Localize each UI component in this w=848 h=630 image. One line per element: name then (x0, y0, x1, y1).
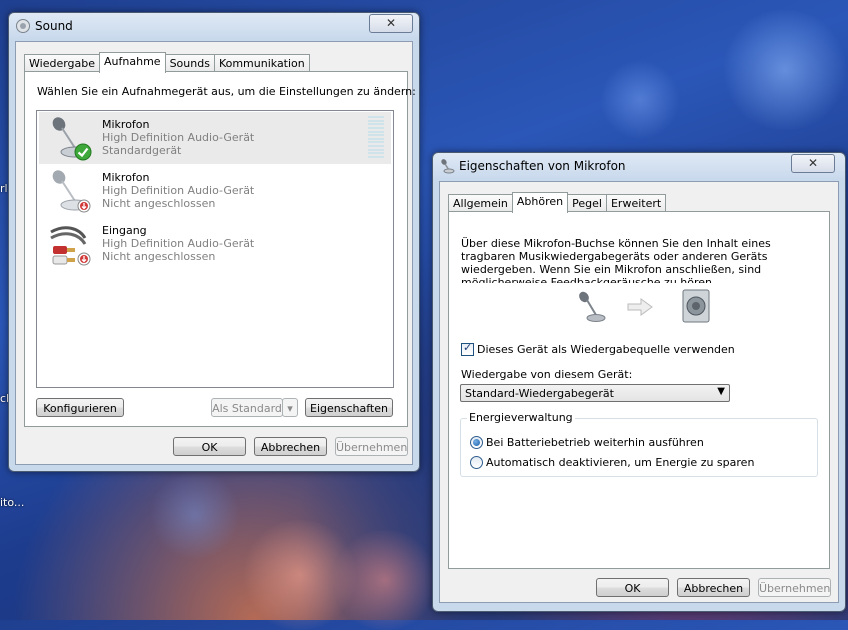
speaker-device-icon (681, 288, 713, 327)
playback-source-checkbox[interactable]: ✓ (461, 341, 474, 356)
arrow-right-icon (627, 298, 653, 319)
list-item[interactable]: Mikrofon High Definition Audio-Gerät Nic… (39, 165, 391, 217)
device-driver: High Definition Audio-Gerät (102, 184, 255, 197)
ok-button[interactable]: OK (173, 437, 246, 456)
abhoeren-panel: Über diese Mikrofon-Buchse können Sie de… (448, 211, 830, 569)
sound-titlebar[interactable]: Sound ✕ (9, 13, 419, 39)
cancel-button[interactable]: Abbrechen (254, 437, 327, 456)
set-default-button[interactable]: Als Standard (211, 398, 283, 417)
sound-window: Sound ✕ Wiedergabe Aufnahme Sounds Kommu… (8, 12, 420, 472)
desktop-icon-label[interactable]: rl (0, 182, 8, 195)
tab-pegel[interactable]: Pegel (567, 194, 607, 212)
list-item[interactable]: Mikrofon High Definition Audio-Gerät Sta… (39, 112, 391, 164)
ok-button[interactable]: OK (596, 578, 669, 597)
sound-client-area: Wiedergabe Aufnahme Sounds Kommunikation… (15, 41, 416, 465)
apply-button[interactable]: Übernehmen (758, 578, 831, 597)
window-title: Sound (35, 19, 73, 33)
radio-label[interactable]: Bei Batteriebetrieb weiterhin ausführen (486, 436, 704, 449)
sound-tab-strip: Wiedergabe Aufnahme Sounds Kommunikation (24, 52, 310, 73)
description-text: Über diese Mikrofon-Buchse können Sie de… (461, 237, 771, 283)
properties-client-area: Allgemein Abhören Pegel Erweitert Über d… (439, 181, 839, 603)
bokeh-light (330, 530, 440, 630)
set-default-dropdown[interactable]: ▾ (282, 398, 298, 417)
close-button[interactable]: ✕ (791, 154, 835, 173)
radio-selected-dot (473, 439, 480, 446)
group-title: Energieverwaltung (467, 411, 575, 424)
device-driver: High Definition Audio-Gerät (102, 131, 255, 144)
microphone-icon (439, 158, 455, 174)
device-name: Eingang (102, 224, 147, 237)
radio-battery-continue[interactable] (470, 436, 483, 449)
microphone-icon (574, 289, 610, 328)
properties-titlebar[interactable]: Eigenschaften von Mikrofon ✕ (433, 153, 845, 179)
tab-kommunikation[interactable]: Kommunikation (213, 54, 310, 72)
desktop-icon-label[interactable]: ito... (0, 496, 24, 509)
checkbox-label[interactable]: Dieses Gerät als Wiedergabequelle verwen… (477, 343, 735, 356)
microphone-properties-window: Eigenschaften von Mikrofon ✕ Allgemein A… (432, 152, 846, 612)
disconnected-icon (77, 252, 91, 269)
tab-allgemein[interactable]: Allgemein (448, 194, 513, 212)
apply-button[interactable]: Übernehmen (335, 437, 408, 456)
radio-auto-disable[interactable] (470, 456, 483, 469)
chevron-down-icon: ▼ (717, 386, 725, 397)
level-meter (368, 116, 384, 158)
disconnected-icon (77, 199, 91, 216)
tab-erweitert[interactable]: Erweitert (605, 194, 667, 212)
properties-tab-strip: Allgemein Abhören Pegel Erweitert (448, 192, 667, 213)
properties-button[interactable]: Eigenschaften (305, 398, 393, 417)
bokeh-light (240, 520, 360, 630)
close-button[interactable]: ✕ (369, 14, 413, 33)
device-name: Mikrofon (102, 118, 150, 131)
chevron-down-icon: ▾ (287, 402, 293, 415)
device-name: Mikrofon (102, 171, 150, 184)
energy-groupbox: Energieverwaltung Bei Batteriebetrieb we… (460, 411, 818, 477)
aufnahme-panel: Wählen Sie ein Aufnahmegerät aus, um die… (24, 71, 416, 427)
playback-device-select[interactable]: Standard-Wiedergabegerät ▼ (460, 384, 730, 402)
speaker-icon (15, 18, 31, 34)
tab-aufnahme[interactable]: Aufnahme (99, 52, 166, 73)
default-check-icon (74, 143, 92, 164)
device-status: Standardgerät (102, 144, 182, 157)
selected-value: Standard-Wiedergabegerät (465, 387, 614, 400)
configure-button[interactable]: Konfigurieren (36, 398, 124, 417)
radio-label[interactable]: Automatisch deaktivieren, um Energie zu … (486, 456, 754, 469)
tab-sounds[interactable]: Sounds (164, 54, 215, 72)
playback-device-label: Wiedergabe von diesem Gerät: (461, 368, 633, 381)
bokeh-light (720, 10, 848, 130)
check-icon: ✓ (463, 341, 473, 354)
instruction-text: Wählen Sie ein Aufnahmegerät aus, um die… (37, 85, 416, 98)
list-item[interactable]: Eingang High Definition Audio-Gerät Nich… (39, 218, 391, 270)
bokeh-light (150, 470, 240, 560)
cancel-button[interactable]: Abbrechen (677, 578, 750, 597)
device-status: Nicht angeschlossen (102, 250, 216, 263)
device-driver: High Definition Audio-Gerät (102, 237, 255, 250)
bokeh-light (600, 60, 680, 140)
tab-wiedergabe[interactable]: Wiedergabe (24, 54, 101, 72)
recording-device-list[interactable]: Mikrofon High Definition Audio-Gerät Sta… (36, 110, 394, 388)
window-title: Eigenschaften von Mikrofon (459, 159, 626, 173)
set-default-split-button[interactable]: Als Standard ▾ (211, 398, 298, 417)
device-status: Nicht angeschlossen (102, 197, 216, 210)
tab-abhoeren[interactable]: Abhören (511, 192, 569, 213)
